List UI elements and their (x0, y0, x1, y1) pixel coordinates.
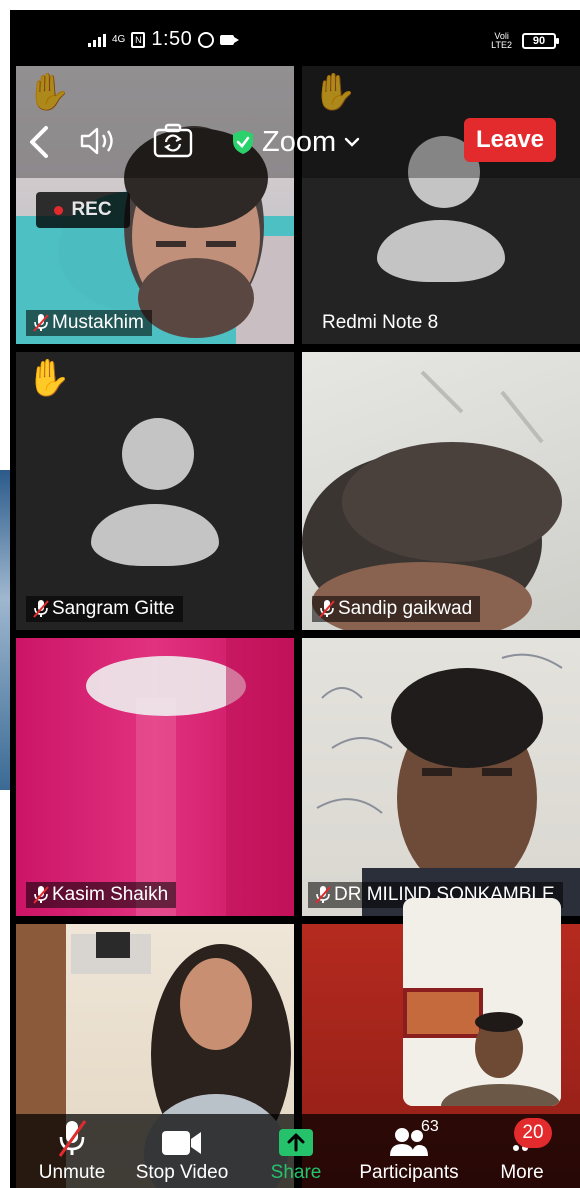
status-right: Voli LTE2 90 (491, 32, 559, 50)
share-label: Share (270, 1162, 322, 1183)
chevron-down-icon (344, 137, 360, 147)
participants-count: 63 (421, 1118, 439, 1135)
video-tile-sangram-gitte[interactable]: ✋ Sangram Gitte (16, 352, 294, 630)
unmute-label: Unmute (38, 1162, 106, 1183)
participant-video-dr-milind-sonkamble (316, 653, 580, 916)
meeting-title-dropdown[interactable]: Zoom (232, 124, 360, 160)
mic-muted-icon (314, 885, 331, 905)
mic-muted-icon (32, 313, 49, 333)
participant-name: Redmi Note 8 (322, 312, 439, 333)
mic-muted-icon (32, 599, 49, 619)
recording-label: REC (71, 199, 112, 220)
participant-name: Kasim Shaikh (52, 884, 169, 905)
volte-indicator: Voli LTE2 (491, 32, 512, 50)
recording-dot-icon (54, 205, 64, 215)
top-toolbar: Zoom Leave (10, 66, 580, 178)
name-tag-mustakhim: Mustakhim (26, 310, 152, 336)
name-tag-sandip-gaikwad: Sandip gaikwad (312, 596, 481, 622)
stop-video-button[interactable]: Stop Video (132, 1114, 232, 1188)
nfc-icon: N (131, 31, 146, 48)
mic-muted-icon (58, 1120, 87, 1157)
leave-button[interactable]: Leave (464, 118, 556, 162)
participant-video-sandip-gaikwad (302, 370, 562, 630)
meeting-title: Zoom (262, 125, 337, 158)
self-video-feed (403, 898, 561, 1106)
participant-name: Sangram Gitte (52, 598, 175, 619)
share-screen-icon (279, 1129, 313, 1156)
battery-icon: 90 (522, 33, 559, 49)
share-button[interactable]: Share (264, 1114, 328, 1188)
status-time: 1:50 (151, 28, 193, 50)
unmute-button[interactable]: Unmute (30, 1114, 114, 1188)
participant-name: Mustakhim (52, 312, 144, 333)
name-tag-sangram-gitte: Sangram Gitte (26, 596, 183, 622)
participant-video-kasim-shaikh (86, 638, 294, 916)
raised-hand-icon: ✋ (26, 357, 71, 398)
participants-button[interactable]: 63 Participants (350, 1114, 468, 1188)
mic-muted-icon (318, 599, 335, 619)
more-notification-badge: 20 (514, 1118, 552, 1148)
background-strip (0, 470, 10, 790)
video-tile-dr-milind-sonkamble[interactable]: DR MILIND SONKAMBLE (302, 638, 580, 916)
video-recording-icon (220, 34, 240, 45)
bottom-toolbar: Unmute Stop Video Share 63 Participants (10, 1114, 580, 1188)
switch-camera-button[interactable] (152, 122, 194, 160)
signal-icon (88, 33, 106, 47)
stop-video-label: Stop Video (135, 1162, 229, 1183)
chevron-left-icon (30, 126, 48, 158)
mic-muted-icon (32, 885, 49, 905)
video-tile-sandip-gaikwad[interactable]: Sandip gaikwad (302, 352, 580, 630)
name-tag-kasim-shaikh: Kasim Shaikh (26, 882, 177, 908)
back-button[interactable] (24, 122, 54, 162)
participants-label: Participants (359, 1162, 459, 1183)
self-view-video[interactable] (403, 898, 561, 1106)
name-tag-redmi-note-8: Redmi Note 8 (316, 310, 446, 336)
network-type: 4G (112, 34, 126, 45)
more-label: More (500, 1162, 544, 1183)
audio-output-button[interactable] (78, 124, 118, 158)
default-avatar-icon (88, 418, 228, 568)
recording-badge: REC (36, 192, 130, 228)
video-tile-kasim-shaikh[interactable]: Kasim Shaikh (16, 638, 294, 916)
speaker-icon (80, 127, 113, 155)
phone-screen: 4G N 1:50 Voli LTE2 90 ✋ Mustakhim ✋ Red… (10, 10, 580, 1188)
shield-check-icon (233, 130, 253, 154)
video-camera-icon (162, 1131, 201, 1155)
status-bar: 4G N 1:50 Voli LTE2 90 (10, 10, 580, 66)
whatsapp-icon (198, 31, 215, 48)
status-left: 4G N 1:50 (88, 28, 240, 51)
background-edge (0, 0, 10, 1188)
volte-bottom: LTE2 (491, 40, 512, 50)
participant-name: Sandip gaikwad (338, 598, 473, 619)
camera-flip-icon (153, 123, 193, 158)
more-button[interactable]: 20 More (490, 1114, 554, 1188)
